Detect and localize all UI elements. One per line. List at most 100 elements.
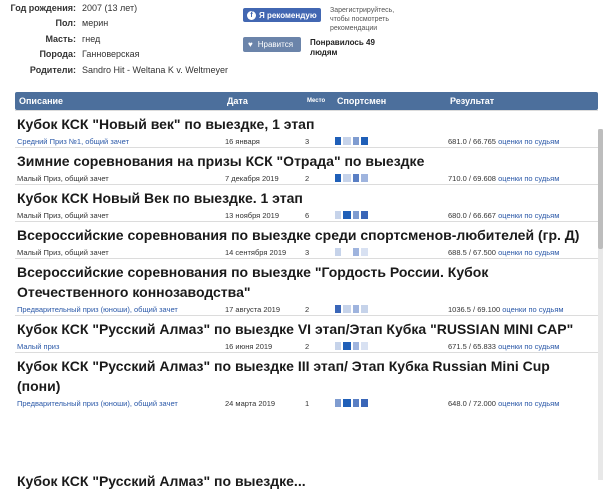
place-cell: 3: [305, 247, 310, 257]
rider-cell[interactable]: [333, 174, 446, 182]
table-row: Кубок КСК Новый Век по выездке. 1 этап Ма…: [15, 184, 598, 221]
category-cell: Малый Приз, общий зачет: [17, 210, 109, 220]
category-cell[interactable]: Средний Приз №1, общий зачет: [15, 137, 223, 146]
rider-name-redacted[interactable]: [335, 211, 446, 219]
rider-pixel-block: [361, 399, 368, 407]
partial-entry-title: Кубок КСК "Русский Алмаз" по выездке...: [17, 473, 306, 489]
category-cell[interactable]: Предварительный приз (юноши), общий заче…: [15, 305, 223, 314]
rider-pixel-block: [343, 248, 351, 256]
rider-pixel-block: [343, 211, 351, 219]
table-row: Зимние соревнования на призы КСК "Отрада…: [15, 147, 598, 184]
competition-title[interactable]: Всероссийские соревнования по выездке ср…: [15, 222, 598, 246]
result-value: 680.0 / 66.667: [448, 210, 496, 220]
info-row: Год рождения: 2007 (13 лет): [0, 0, 235, 16]
rider-name-redacted[interactable]: [335, 248, 446, 256]
col-header-date[interactable]: Дата: [223, 96, 303, 106]
judges-scores-link[interactable]: оценки по судьям: [498, 211, 559, 220]
rider-pixel-block: [343, 399, 351, 407]
facebook-recommend-label: Я рекомендую: [259, 10, 317, 20]
competition-title[interactable]: Кубок КСК Новый Век по выездке. 1 этап: [15, 185, 598, 209]
category-cell[interactable]: Малый приз: [15, 342, 223, 351]
rider-name-redacted[interactable]: [335, 174, 446, 182]
competition-title[interactable]: Кубок КСК "Русский Алмаз" по выездке VI …: [15, 316, 598, 340]
rider-pixel-block: [353, 248, 359, 256]
date-cell: 7 декабря 2019: [225, 173, 279, 183]
rider-pixel-block: [335, 305, 341, 313]
category-cell: Малый Приз, общий зачет: [17, 247, 109, 257]
rider-pixel-block: [353, 305, 359, 313]
judges-scores-link[interactable]: оценки по судьям: [502, 305, 563, 314]
results-table-header: Описание Дата Место Спортсмен Результат: [15, 92, 598, 110]
info-label: Масть:: [45, 33, 76, 44]
rider-pixel-block: [335, 248, 341, 256]
rider-cell[interactable]: [333, 342, 446, 350]
like-button-label: Нравится: [257, 40, 294, 49]
place-cell: 3: [305, 136, 310, 146]
place-cell: 6: [305, 210, 310, 220]
rider-pixel-block: [361, 137, 368, 145]
rider-name-redacted[interactable]: [335, 399, 446, 407]
entry-details: Малый приз 16 июня 2019 2 671.5 / 65.833 оц…: [15, 340, 598, 352]
rider-pixel-block: [353, 174, 359, 182]
rider-name-redacted[interactable]: [335, 137, 446, 145]
scrollbar[interactable]: [598, 129, 603, 480]
rider-pixel-block: [335, 174, 341, 182]
info-value: 2007 (13 лет): [82, 2, 138, 13]
competition-title[interactable]: Кубок КСК "Новый век" по выездке, 1 этап: [15, 111, 598, 135]
table-row: Всероссийские соревнования по выездке "Г…: [15, 258, 598, 315]
judges-scores-link[interactable]: оценки по судьям: [498, 174, 559, 183]
date-cell: 13 ноября 2019: [225, 210, 280, 220]
date-cell: 17 августа 2019: [225, 304, 281, 314]
judges-scores-link[interactable]: оценки по судьям: [498, 342, 559, 351]
result-value: 681.0 / 66.765: [448, 136, 496, 146]
rider-cell[interactable]: [333, 248, 446, 256]
competition-title[interactable]: Зимние соревнования на призы КСК "Отрада…: [15, 148, 598, 172]
entry-details: Предварительный приз (юноши), общий заче…: [15, 303, 598, 315]
scrollbar-thumb[interactable]: [598, 129, 603, 249]
result-cell: 710.0 / 69.608 оценки по судьям: [446, 174, 598, 183]
date-cell: 16 июня 2019: [225, 341, 273, 351]
rider-pixel-block: [353, 211, 359, 219]
judges-scores-link[interactable]: оценки по судьям: [498, 137, 559, 146]
result-value: 710.0 / 69.608: [448, 173, 496, 183]
rider-name-redacted[interactable]: [335, 342, 446, 350]
rider-cell[interactable]: [333, 211, 446, 219]
rider-name-redacted[interactable]: [335, 305, 446, 313]
competition-title[interactable]: Всероссийские соревнования по выездке "Г…: [15, 259, 598, 303]
rider-pixel-block: [361, 211, 368, 219]
col-header-place[interactable]: Место: [303, 98, 333, 104]
like-button[interactable]: ♥ Нравится: [243, 37, 302, 52]
result-cell: 681.0 / 66.765 оценки по судьям: [446, 137, 598, 146]
rider-cell[interactable]: [333, 399, 446, 407]
rider-pixel-block: [335, 342, 341, 350]
judges-scores-link[interactable]: оценки по судьям: [498, 248, 559, 257]
competition-title[interactable]: Кубок КСК "Русский Алмаз" по выездке III…: [15, 353, 598, 397]
info-value: Ганноверская: [82, 49, 140, 60]
rider-cell[interactable]: [333, 305, 446, 313]
table-row: Кубок КСК "Новый век" по выездке, 1 этап…: [15, 110, 598, 147]
facebook-register-note[interactable]: Зарегистрируйтесь, чтобы посмотреть реко…: [330, 6, 394, 33]
results-table: Описание Дата Место Спортсмен Результат …: [15, 92, 598, 409]
rider-pixel-block: [361, 342, 368, 350]
rider-cell[interactable]: [333, 137, 446, 145]
entry-details: Средний Приз №1, общий зачет 16 января 3 68…: [15, 135, 598, 147]
result-cell: 671.5 / 65.833 оценки по судьям: [446, 342, 598, 351]
info-label: Родители:: [29, 64, 76, 75]
category-cell[interactable]: Предварительный приз (юноши), общий заче…: [15, 399, 223, 408]
facebook-recommend-button[interactable]: f Я рекомендую: [243, 8, 321, 22]
rider-pixel-block: [361, 174, 368, 182]
table-row: Всероссийские соревнования по выездке ср…: [15, 221, 598, 258]
result-cell: 688.5 / 67.500 оценки по судьям: [446, 248, 598, 257]
info-value: гнед: [82, 33, 101, 44]
info-row: Родители: Sandro Hit - Weltana K v. Weltm…: [0, 62, 235, 78]
rider-pixel-block: [343, 342, 351, 350]
result-cell: 648.0 / 72.000 оценки по судьям: [446, 399, 598, 408]
col-header-rider[interactable]: Спортсмен: [333, 96, 446, 106]
col-header-result[interactable]: Результат: [446, 96, 598, 106]
info-row: Порода: Ганноверская: [0, 47, 235, 63]
judges-scores-link[interactable]: оценки по судьям: [498, 399, 559, 408]
heart-icon: ♥: [248, 40, 253, 49]
rider-pixel-block: [343, 137, 351, 145]
col-header-description[interactable]: Описание: [15, 96, 223, 106]
results-table-body: Кубок КСК "Новый век" по выездке, 1 этап…: [15, 110, 598, 409]
